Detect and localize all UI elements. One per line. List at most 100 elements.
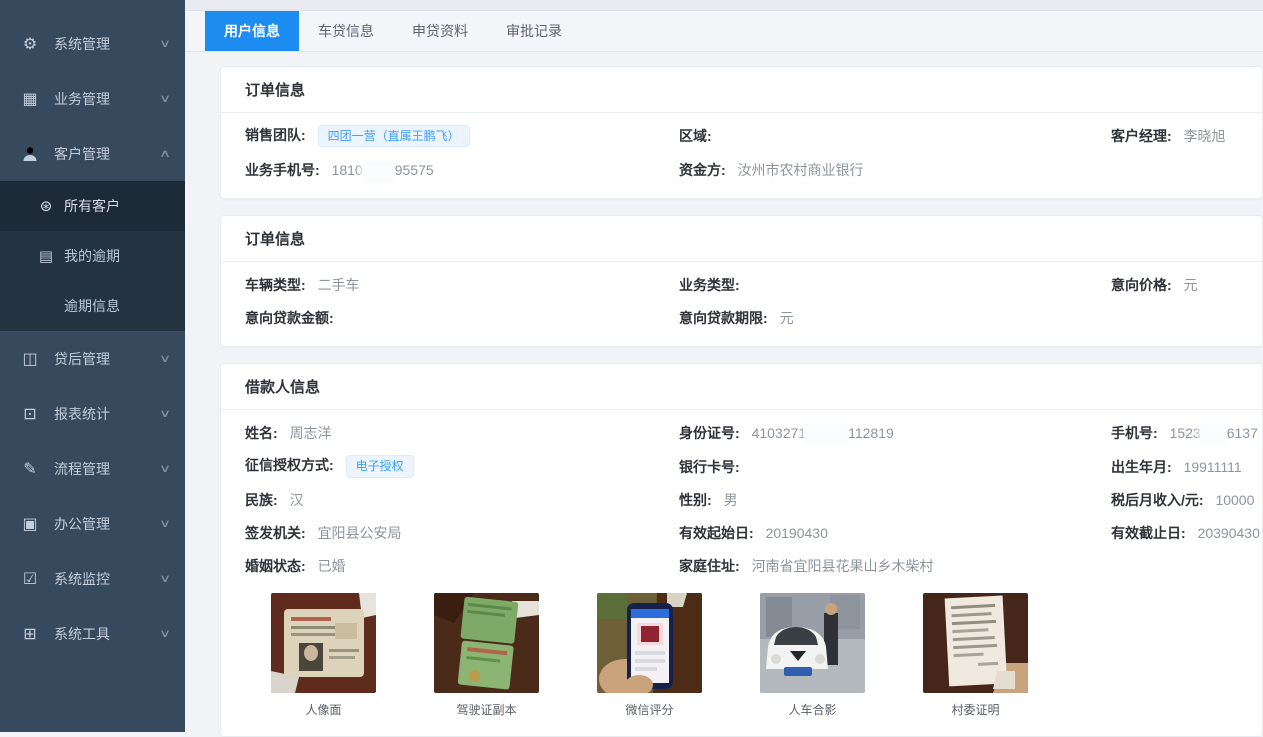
sidebar-item-label: 业务管理 — [54, 89, 110, 109]
chevron-down-icon: ∨ — [159, 517, 171, 530]
chevron-down-icon: ∨ — [159, 407, 171, 420]
main-content: 用户信息 车贷信息 申贷资料 审批记录 订单信息 销售团队: 四团一营（直属王鹏… — [185, 0, 1263, 732]
field-valid-to: 有效截止日: 20390430 — [1111, 523, 1260, 543]
field-intended-price: 意向价格: 元 — [1111, 275, 1246, 295]
sidebar-item-label: 所有客户 — [64, 196, 120, 216]
sidebar-item-system-mgmt[interactable]: ⚙ 系统管理 ∨ — [0, 16, 185, 71]
field-value: 4103271112819 — [752, 425, 894, 441]
customer-submenu: ⊛ 所有客户 ▤ 我的逾期 逾期信息 — [0, 181, 185, 331]
chevron-down-icon: ∨ — [159, 92, 171, 105]
sidebar-item-label: 系统管理 — [54, 34, 110, 54]
chevron-up-icon: ∧ — [159, 147, 171, 160]
monitor-icon: ⊡ — [20, 404, 40, 424]
detail-tabs: 用户信息 车贷信息 申贷资料 审批记录 — [185, 11, 1263, 52]
field-bank-card: 银行卡号: — [679, 457, 1111, 477]
card-title: 借款人信息 — [221, 364, 1262, 410]
sidebar-item-label: 客户管理 — [54, 144, 110, 164]
sidebar-item-system-monitor[interactable]: ☑ 系统监控 ∨ — [0, 551, 185, 606]
field-value: 男 — [724, 492, 738, 508]
field-id-number: 身份证号: 4103271112819 — [679, 423, 1111, 443]
field-label: 民族: — [245, 492, 278, 508]
field-value: 181095575 — [332, 162, 434, 178]
field-label: 业务类型: — [679, 277, 740, 293]
sidebar-item-report-stats[interactable]: ⊡ 报表统计 ∨ — [0, 386, 185, 441]
photo-id-card[interactable]: 人像面 — [271, 593, 376, 718]
edit-clipboard-icon: ✎ — [20, 459, 40, 479]
photo-phone-qr[interactable]: 微信评分 — [597, 593, 702, 718]
field-issuing-authority: 签发机关: 宜阳县公安局 — [245, 523, 679, 543]
user-icon — [20, 146, 40, 162]
monitor-check-icon: ☑ — [20, 569, 40, 589]
sidebar-item-all-customers[interactable]: ⊛ 所有客户 — [0, 181, 185, 231]
top-strip — [185, 0, 1263, 11]
sales-team-tag[interactable]: 四团一营（直属王鹏飞） — [318, 125, 470, 147]
sidebar-item-customer-mgmt[interactable]: 客户管理 ∧ — [0, 126, 185, 181]
sidebar-item-office-mgmt[interactable]: ▣ 办公管理 ∨ — [0, 496, 185, 551]
field-label: 性别: — [679, 492, 712, 508]
photo-caption: 人车合影 — [760, 701, 865, 718]
field-value: 汉 — [290, 492, 304, 508]
field-birth-date: 出生年月: 19911111 — [1111, 457, 1246, 477]
field-ethnicity: 民族: 汉 — [245, 490, 679, 510]
credit-auth-tag[interactable]: 电子授权 — [346, 455, 414, 477]
field-value: 宜阳县公安局 — [318, 525, 402, 541]
field-label: 姓名: — [245, 425, 278, 441]
field-label: 意向贷款金额: — [245, 310, 334, 326]
field-value: 20190430 — [766, 525, 828, 541]
field-loan-amount: 意向贷款金额: — [245, 308, 679, 328]
sidebar-item-overdue-info[interactable]: 逾期信息 — [0, 281, 185, 331]
grid-icon: ▦ — [20, 89, 40, 109]
sidebar-item-label: 系统监控 — [54, 569, 110, 589]
chevron-down-icon: ∨ — [159, 572, 171, 585]
field-label: 出生年月: — [1111, 459, 1172, 475]
photo-caption: 微信评分 — [597, 701, 702, 718]
field-label: 有效起始日: — [679, 525, 754, 541]
sidebar-item-label: 贷后管理 — [54, 349, 110, 369]
field-monthly-income: 税后月收入/元: 10000 — [1111, 490, 1254, 510]
box-plus-icon: ⊞ — [20, 624, 40, 644]
tab-approval-records[interactable]: 审批记录 — [487, 11, 581, 51]
sidebar-item-process-mgmt[interactable]: ✎ 流程管理 ∨ — [0, 441, 185, 496]
tab-car-loan-info[interactable]: 车贷信息 — [299, 11, 393, 51]
redaction-blur — [807, 428, 847, 441]
field-value: 10000 — [1215, 492, 1254, 508]
field-value: 20390430 — [1198, 525, 1260, 541]
field-region: 区域: — [679, 126, 1111, 146]
redaction-blur — [1202, 428, 1226, 441]
field-funder: 资金方: 汝州市农村商业银行 — [679, 160, 1111, 180]
field-value: 周志洋 — [290, 425, 332, 441]
sidebar-item-label: 流程管理 — [54, 459, 110, 479]
field-label: 销售团队: — [245, 127, 306, 143]
sidebar-item-label: 我的逾期 — [64, 246, 120, 266]
sidebar-item-postloan-mgmt[interactable]: ◫ 贷后管理 ∨ — [0, 331, 185, 386]
field-sales-team: 销售团队: 四团一营（直属王鹏飞） — [245, 125, 679, 147]
field-value: 二手车 — [318, 277, 360, 293]
sidebar-item-business-mgmt[interactable]: ▦ 业务管理 ∨ — [0, 71, 185, 126]
field-value: 李晓旭 — [1184, 128, 1226, 144]
card-title: 订单信息 — [221, 216, 1262, 262]
photo-person-with-car[interactable]: 人车合影 — [760, 593, 865, 718]
photo-green-booklet[interactable]: 驾驶证副本 — [434, 593, 539, 718]
sidebar-item-my-overdue[interactable]: ▤ 我的逾期 — [0, 231, 185, 281]
field-name: 姓名: 周志洋 — [245, 423, 679, 443]
tab-loan-application-docs[interactable]: 申贷资料 — [393, 11, 487, 51]
field-business-type: 业务类型: — [679, 275, 1111, 295]
field-home-address: 家庭住址: 河南省宜阳县花果山乡木柴村 — [679, 556, 1111, 576]
field-label: 税后月收入/元: — [1111, 492, 1204, 508]
redaction-blur — [364, 165, 394, 178]
field-label: 签发机关: — [245, 525, 306, 541]
field-label: 婚姻状态: — [245, 558, 306, 574]
field-value: 已婚 — [318, 558, 346, 574]
tab-user-info[interactable]: 用户信息 — [205, 11, 299, 51]
field-label: 有效截止日: — [1111, 525, 1186, 541]
field-value: 15236137 — [1170, 425, 1258, 441]
order-info-card: 订单信息 销售团队: 四团一营（直属王鹏飞） 区域: 客户经理: 李晓旭 — [220, 66, 1263, 199]
field-label: 手机号: — [1111, 425, 1158, 441]
field-mobile: 手机号: 15236137 — [1111, 423, 1258, 443]
photo-handwritten-doc[interactable]: 村委证明 — [923, 593, 1028, 718]
sidebar-item-system-tools[interactable]: ⊞ 系统工具 ∨ — [0, 606, 185, 661]
field-label: 资金方: — [679, 162, 726, 178]
field-label: 家庭住址: — [679, 558, 740, 574]
sidebar-item-label: 系统工具 — [54, 624, 110, 644]
field-credit-auth: 征信授权方式: 电子授权 — [245, 455, 679, 477]
